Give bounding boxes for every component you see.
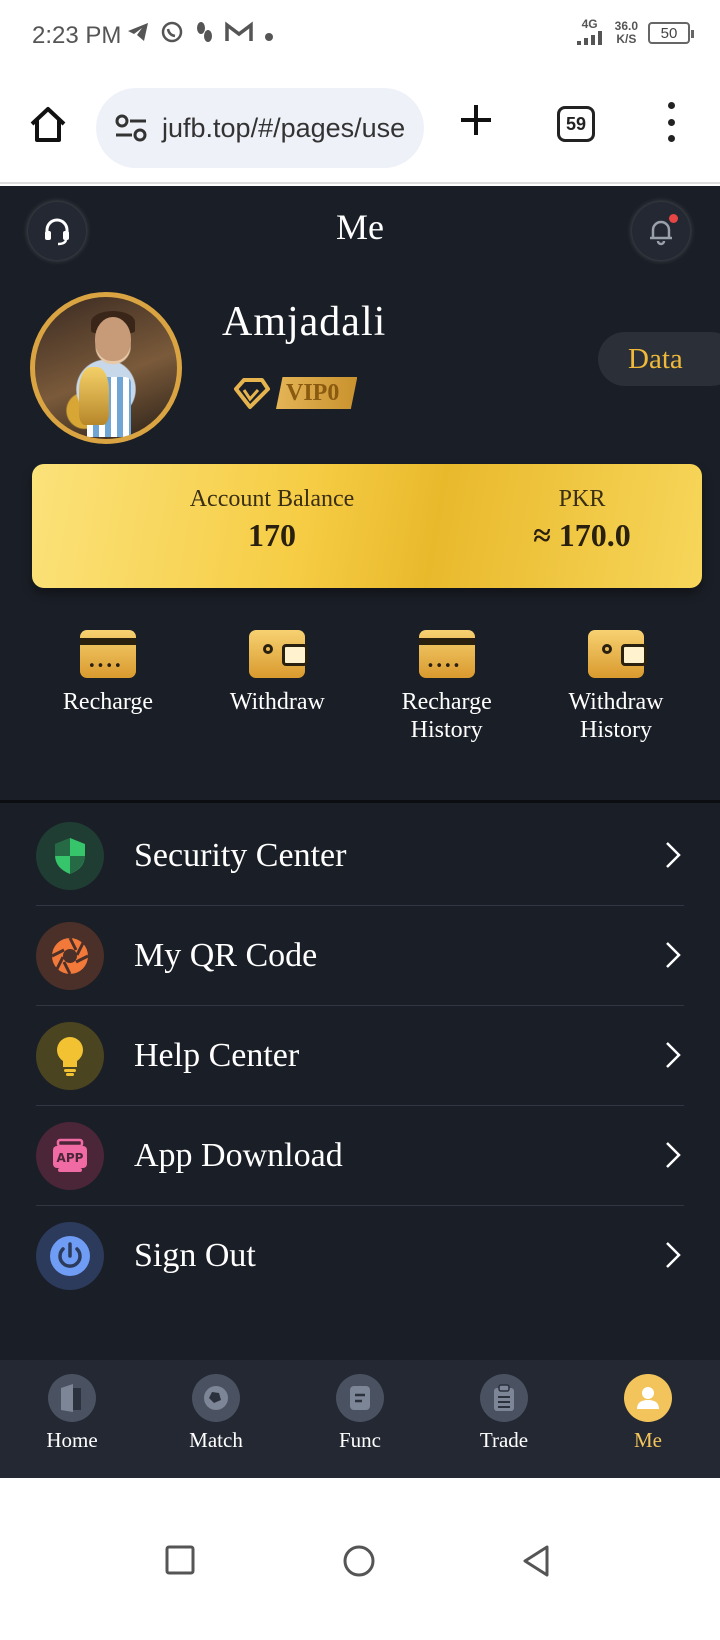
shield-icon [36, 821, 104, 890]
menu-label: Sign Out [134, 1237, 256, 1274]
recent-apps-icon[interactable] [164, 1544, 196, 1576]
menu-label: App Download [134, 1136, 343, 1174]
home-icon [48, 1374, 96, 1422]
gmail-icon [224, 21, 254, 49]
status-time: 2:23 PM [32, 22, 122, 49]
aperture-icon [36, 921, 104, 990]
new-tab-button[interactable] [458, 102, 494, 138]
battery-icon: 50 [648, 22, 694, 44]
settings-menu: Security Center My QR Code Help Center A… [0, 806, 720, 1306]
withdraw-button[interactable]: Withdraw [193, 630, 361, 744]
power-icon [36, 1222, 104, 1290]
more-dot-icon [264, 22, 274, 48]
card-icon [80, 630, 136, 678]
section-divider [0, 800, 720, 803]
page-title: Me [336, 207, 384, 247]
url-bar[interactable]: jufb.top/#/pages/use [96, 88, 424, 168]
recharge-button[interactable]: Recharge [24, 630, 192, 744]
speed-indicator: 36.0 K/S [614, 19, 638, 46]
whatsapp-icon [160, 20, 184, 50]
vip-level: VIP0 [276, 377, 358, 409]
menu-item-my-qr-code[interactable]: My QR Code [36, 906, 684, 1006]
currency-value: ≈ 170.0 [533, 517, 631, 553]
username: Amjadali [222, 299, 387, 345]
clipboard-icon [480, 1374, 528, 1422]
nav-me[interactable]: Me [576, 1360, 720, 1478]
chevron-right-icon [666, 942, 681, 968]
chevron-right-icon [666, 1142, 681, 1168]
avatar[interactable] [30, 292, 182, 444]
telegram-icon [126, 21, 150, 49]
vip-badge: VIP0 [232, 376, 358, 410]
menu-item-security-center[interactable]: Security Center [36, 806, 684, 906]
browser-toolbar: jufb.top/#/pages/use 59 [0, 72, 720, 184]
app-icon: APP [36, 1121, 104, 1190]
status-right: 4G 36.0 K/S 50 [575, 18, 694, 48]
document-icon [336, 1374, 384, 1422]
ball-icon [192, 1374, 240, 1422]
menu-label: My QR Code [134, 936, 318, 974]
chevron-right-icon [666, 1242, 681, 1268]
notifications-button[interactable] [632, 202, 690, 260]
url-text[interactable]: jufb.top/#/pages/use [162, 113, 405, 144]
menu-label: Help Center [134, 1036, 300, 1074]
notification-dot [669, 214, 678, 223]
site-settings-icon[interactable] [114, 113, 148, 143]
back-icon[interactable] [520, 1544, 552, 1578]
notification-icons [126, 20, 274, 50]
currency-label: PKR [558, 486, 606, 512]
account-balance-label: Account Balance [189, 486, 355, 512]
nav-trade[interactable]: Trade [432, 1360, 576, 1478]
menu-item-help-center[interactable]: Help Center [36, 1006, 684, 1106]
nav-match[interactable]: Match [144, 1360, 288, 1478]
plus-icon [461, 105, 491, 135]
recharge-history-button[interactable]: Recharge History [363, 630, 531, 744]
tab-switcher-button[interactable]: 59 [557, 106, 595, 142]
diamond-icon [234, 378, 270, 409]
app-header: Me [0, 186, 720, 276]
nav-home[interactable]: Home [0, 1360, 144, 1478]
nav-func[interactable]: Func [288, 1360, 432, 1478]
chevron-right-icon [666, 1042, 681, 1068]
withdraw-history-button[interactable]: Withdraw History [532, 630, 700, 744]
system-navigation-bar [0, 1478, 720, 1640]
svg-text:APP: APP [57, 1151, 84, 1165]
balance-card: Account Balance 170 PKR ≈ 170.0 [32, 464, 702, 588]
wallet-icon [249, 630, 309, 678]
menu-item-sign-out[interactable]: Sign Out [36, 1206, 684, 1306]
lightbulb-icon [36, 1021, 104, 1090]
status-bar: 2:23 PM 4G 36.0 K/S 50 [0, 0, 720, 72]
account-balance-value: 170 [248, 517, 296, 553]
account-balance: Account Balance 170 [122, 486, 422, 554]
bottom-navigation: Home Match Func Trade Me [0, 1360, 720, 1478]
footprint-icon [194, 20, 214, 50]
browser-menu-button[interactable] [664, 102, 678, 142]
data-button[interactable]: Data [598, 332, 720, 386]
browser-home-button[interactable] [26, 102, 70, 146]
currency-balance: PKR ≈ 170.0 [432, 486, 720, 554]
chevron-right-icon [666, 842, 681, 868]
app-screen: Me Amjadali VIP0 Data Account Balance 17… [0, 186, 720, 1546]
home-outline-icon [30, 107, 66, 142]
wallet-icon [587, 630, 647, 678]
card-icon [418, 630, 475, 678]
signal-icon [576, 31, 602, 45]
home-circle-icon[interactable] [342, 1544, 376, 1578]
network-indicator: 4G [575, 18, 605, 48]
menu-item-app-download[interactable]: APP App Download [36, 1106, 684, 1206]
user-icon [624, 1374, 672, 1422]
menu-label: Security Center [134, 836, 347, 874]
quick-actions: Recharge Withdraw Recharge History Withd… [24, 630, 700, 744]
